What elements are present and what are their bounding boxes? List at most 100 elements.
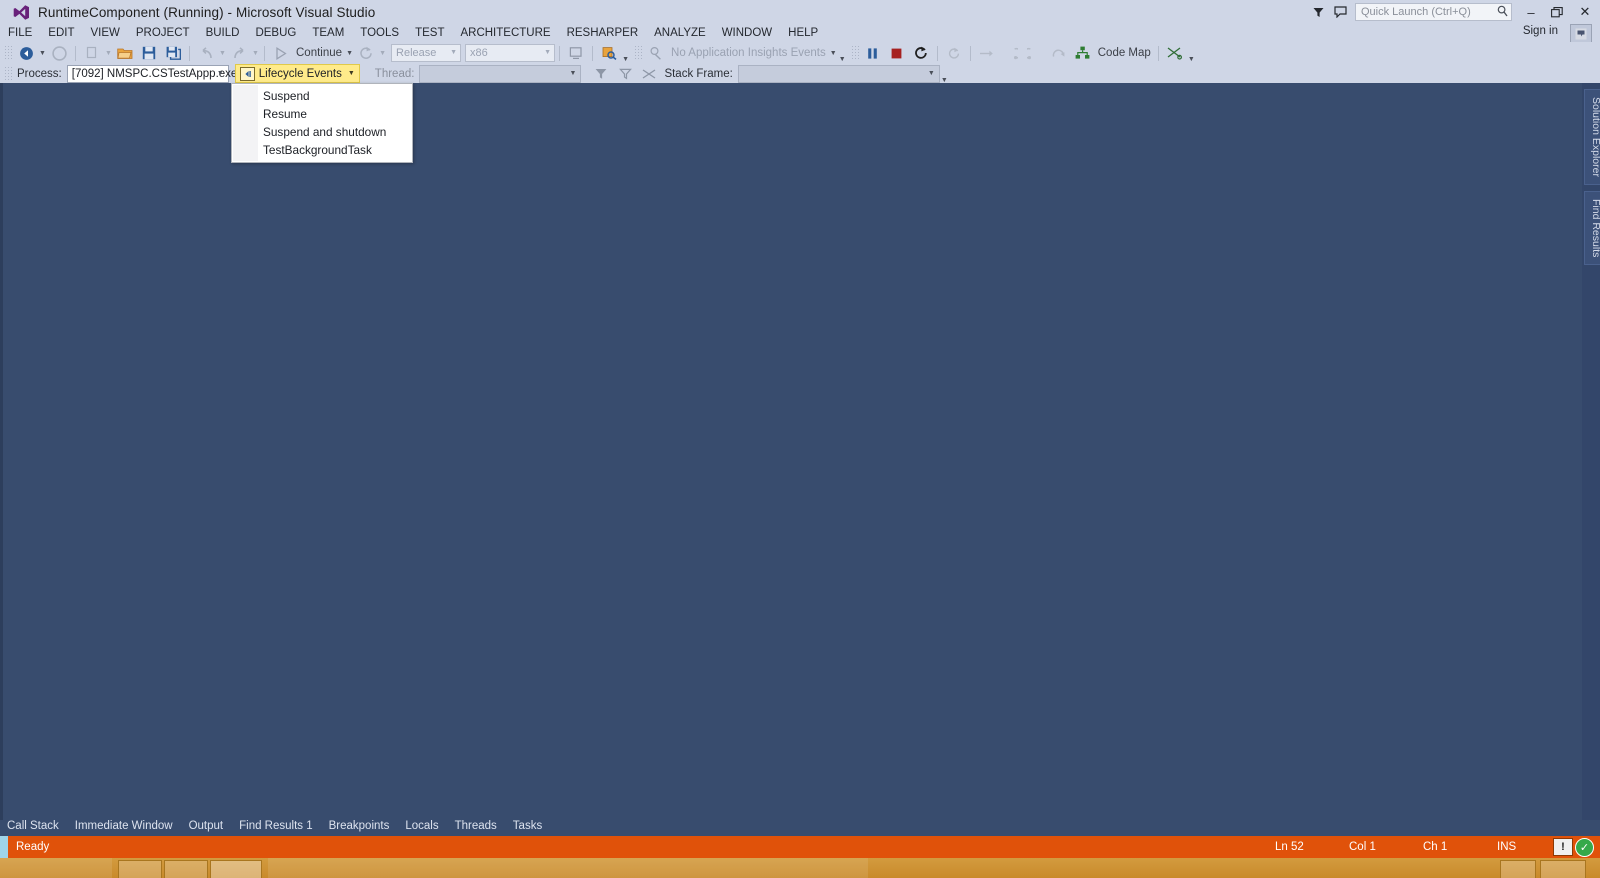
- redo-dropdown-caret[interactable]: ▼: [251, 43, 260, 63]
- new-project-dropdown-caret[interactable]: ▼: [104, 43, 113, 63]
- undo-dropdown-caret[interactable]: ▼: [218, 43, 227, 63]
- menu-item-suspend-and-shutdown[interactable]: Suspend and shutdown: [232, 123, 412, 141]
- menu-item-architecture[interactable]: ARCHITECTURE: [452, 24, 558, 42]
- toolbar-grip[interactable]: [4, 65, 12, 82]
- toolbar-separator: [1157, 45, 1159, 61]
- navigate-backward-dropdown-caret[interactable]: ▼: [38, 43, 47, 63]
- menu-item-project[interactable]: PROJECT: [128, 24, 198, 42]
- toolbar-grip[interactable]: [850, 45, 859, 61]
- warning-notification-icon[interactable]: !: [1553, 838, 1573, 856]
- toolbar-separator: [592, 45, 594, 61]
- toolbar-overflow-icon[interactable]: ▼: [621, 43, 630, 63]
- lifecycle-events-button[interactable]: Lifecycle Events ▼: [234, 64, 360, 83]
- step-over-icon: [975, 43, 999, 63]
- sidebar-item-find-results[interactable]: Find Results: [1584, 190, 1600, 266]
- flag-threads-icon[interactable]: [589, 64, 613, 84]
- menu-item-help[interactable]: HELP: [780, 24, 826, 42]
- stop-debugging-icon[interactable]: [885, 43, 909, 63]
- simulate-location-icon[interactable]: [564, 43, 588, 63]
- menu-item-view[interactable]: VIEW: [83, 24, 128, 42]
- taskbar-tray-button[interactable]: [1500, 860, 1536, 878]
- toolbar-grip[interactable]: [4, 45, 12, 61]
- find-in-files-icon[interactable]: [597, 43, 621, 63]
- continue-dropdown-caret[interactable]: ▼: [345, 43, 354, 63]
- continue-button-label[interactable]: Continue: [293, 47, 345, 59]
- application-insights-dropdown-caret[interactable]: ▼: [829, 43, 838, 63]
- sidebar-item-solution-explorer[interactable]: Solution Explorer: [1584, 89, 1600, 185]
- restart-dropdown-caret[interactable]: ▼: [378, 43, 387, 63]
- application-insights-icon: [644, 43, 668, 63]
- process-combo[interactable]: [7092] NMSPC.CSTestAppp.exe ▼: [66, 64, 237, 83]
- tab-threads[interactable]: Threads: [447, 820, 505, 832]
- menu-item-test[interactable]: TEST: [407, 24, 452, 42]
- menu-item-build[interactable]: BUILD: [198, 24, 248, 42]
- tab-locals[interactable]: Locals: [397, 820, 446, 832]
- code-map-icon[interactable]: [1071, 43, 1095, 63]
- success-check-icon[interactable]: ✓: [1575, 837, 1594, 857]
- status-bar: Ready Ln 52 Col 1 Ch 1 INS ! ✓: [0, 836, 1600, 858]
- show-flagged-threads-icon[interactable]: [613, 64, 637, 84]
- close-button[interactable]: ✕: [1570, 0, 1600, 24]
- menu-item-window[interactable]: WINDOW: [714, 24, 780, 42]
- notifications-flag-icon[interactable]: [1307, 1, 1329, 23]
- taskbar-button[interactable]: [164, 860, 208, 878]
- navigate-backward-icon[interactable]: [14, 43, 38, 63]
- tab-tasks[interactable]: Tasks: [505, 820, 550, 832]
- taskbar-button[interactable]: [118, 860, 162, 878]
- menu-item-file[interactable]: FILE: [0, 24, 40, 42]
- toolbar-overflow-icon[interactable]: ▼: [940, 64, 949, 84]
- break-all-pause-icon[interactable]: [861, 43, 885, 63]
- save-all-icon[interactable]: [161, 43, 185, 63]
- quick-launch-input[interactable]: Quick Launch (Ctrl+Q): [1355, 3, 1512, 21]
- taskbar-button-active[interactable]: [210, 860, 262, 878]
- chevron-down-icon: ▼: [569, 69, 577, 77]
- solution-configuration-value: Release: [396, 47, 437, 59]
- tab-call-stack[interactable]: Call Stack: [0, 820, 67, 832]
- stack-frame-combo[interactable]: ▼: [737, 64, 940, 83]
- menu-item-edit[interactable]: EDIT: [40, 24, 82, 42]
- new-project-icon: [80, 43, 104, 63]
- visual-studio-window: RuntimeComponent (Running) - Microsoft V…: [0, 0, 1600, 878]
- freeze-thread-icon[interactable]: [637, 64, 661, 84]
- status-bar-accent: [0, 836, 8, 858]
- continue-play-icon[interactable]: [269, 43, 293, 63]
- step-into-icon: [999, 43, 1023, 63]
- save-icon[interactable]: [137, 43, 161, 63]
- tab-immediate-window[interactable]: Immediate Window: [67, 820, 181, 832]
- application-insights-label[interactable]: No Application Insights Events: [668, 47, 829, 59]
- menu-item-team[interactable]: TEAM: [304, 24, 352, 42]
- toolbar-overflow-icon[interactable]: ▼: [1187, 43, 1196, 63]
- taskbar-start-region[interactable]: [0, 858, 112, 878]
- toolbar-overflow-icon[interactable]: ▼: [838, 43, 847, 63]
- menu-item-resharper[interactable]: RESHARPER: [559, 24, 647, 42]
- bottom-tool-window-tab-strip: Call Stack Immediate Window Output Find …: [0, 820, 1600, 836]
- right-tool-window-tab-strip: Solution Explorer Find Results: [1582, 83, 1600, 820]
- code-map-label[interactable]: Code Map: [1095, 47, 1154, 59]
- menu-item-debug[interactable]: DEBUG: [247, 24, 304, 42]
- toolbar-grip[interactable]: [634, 45, 643, 61]
- tab-output[interactable]: Output: [181, 820, 232, 832]
- comment-icon[interactable]: [1329, 1, 1351, 23]
- menu-item-resume[interactable]: Resume: [232, 105, 412, 123]
- taskbar-tray-button[interactable]: [1540, 860, 1586, 878]
- chevron-down-icon: ▼: [927, 69, 935, 77]
- menu-item-tools[interactable]: TOOLS: [352, 24, 407, 42]
- restore-button[interactable]: [1544, 0, 1570, 24]
- restart-debugging-icon[interactable]: [909, 43, 933, 63]
- visual-studio-logo-icon: [12, 3, 30, 21]
- solution-platform-combo[interactable]: x86 ▼: [465, 44, 556, 62]
- chevron-down-icon: ▼: [450, 49, 458, 56]
- feedback-smiley-icon[interactable]: [1570, 24, 1592, 44]
- menu-item-analyze[interactable]: ANALYZE: [646, 24, 714, 42]
- tab-find-results-1[interactable]: Find Results 1: [231, 820, 321, 832]
- thread-combo[interactable]: ▼: [419, 64, 582, 83]
- navigate-forward-icon: [47, 43, 71, 63]
- solution-configuration-combo[interactable]: Release ▼: [391, 44, 462, 62]
- minimize-button[interactable]: –: [1518, 0, 1544, 24]
- tab-breakpoints[interactable]: Breakpoints: [321, 820, 398, 832]
- open-file-icon[interactable]: [113, 43, 137, 63]
- sign-in-link[interactable]: Sign in: [1523, 25, 1558, 37]
- menu-item-testbackgroundtask[interactable]: TestBackgroundTask: [232, 141, 412, 159]
- menu-item-suspend[interactable]: Suspend: [232, 87, 412, 105]
- debug-history-icon[interactable]: [1163, 43, 1187, 63]
